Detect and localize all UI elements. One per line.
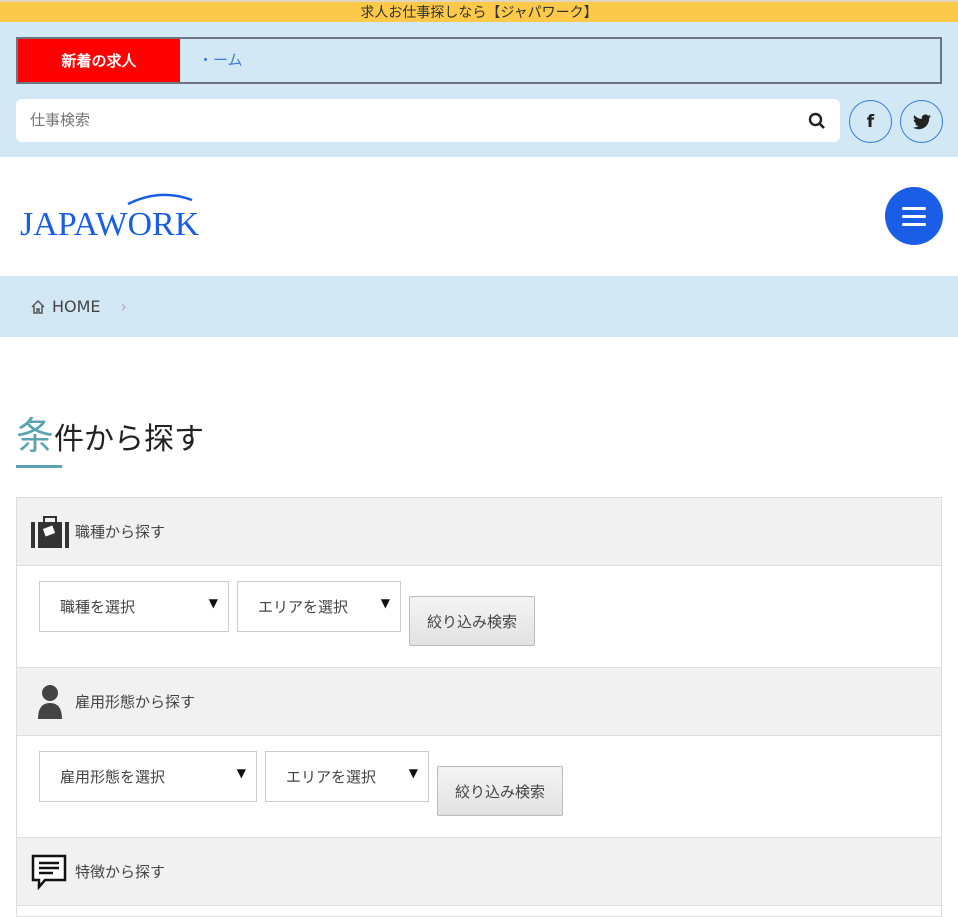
breadcrumb: HOME › [0,276,958,337]
home-icon [31,299,45,314]
site-logo[interactable]: JAPAWORK [20,190,220,246]
chevron-right-icon: › [120,297,127,316]
section-body-job-type: 職種を選択 ▼ エリアを選択 ▼ 絞り込み検索 [17,566,941,668]
search-panel: 職種から探す 職種を選択 ▼ エリアを選択 ▼ 絞り込み検索 雇用形態から探す 雇用… [16,497,942,917]
filter-search-button[interactable]: 絞り込み検索 [437,766,563,816]
ticker-link[interactable]: ・ーム [198,39,243,82]
search-icon[interactable] [808,112,826,130]
logo-text: JAPAWORK [20,206,200,242]
site-tagline-bar: 求人お仕事探しなら【ジャパワーク】 [0,0,958,22]
filter-search-button[interactable]: 絞り込み検索 [409,596,535,646]
dropdown-arrow-icon: ▼ [408,766,418,780]
comment-icon [31,854,67,890]
section-title: 職種から探す [75,523,166,541]
news-ticker: 新着の求人 ・ーム [16,37,942,84]
ticker-label: 新着の求人 [18,39,180,82]
hamburger-icon [902,206,926,210]
section-title: 雇用形態から探す [75,693,196,711]
dropdown-arrow-icon: ▼ [236,766,246,780]
section-header-employment-type: 雇用形態から探す [17,668,941,736]
employment-type-select[interactable]: 雇用形態を選択 ▼ [39,751,257,802]
job-search-input[interactable] [16,99,840,142]
dropdown-arrow-icon: ▼ [208,596,218,610]
briefcase-icon [31,515,69,548]
tagline: 求人お仕事探しなら【ジャパワーク】 [360,5,598,21]
page-title: 条件から探す [16,414,205,458]
area-select[interactable]: エリアを選択 ▼ [265,751,429,802]
area-select[interactable]: エリアを選択 ▼ [237,581,401,632]
section-title: 特徴から探す [75,863,166,881]
twitter-button[interactable] [900,100,943,143]
title-underline [16,465,62,468]
dropdown-arrow-icon: ▼ [380,596,390,610]
section-header-job-type: 職種から探す [17,498,941,566]
section-header-features: 特徴から探す [17,838,941,906]
job-type-select[interactable]: 職種を選択 ▼ [39,581,229,632]
twitter-icon [912,113,931,129]
breadcrumb-home[interactable]: HOME [52,297,101,316]
facebook-icon: f [866,111,875,132]
header-top: 新着の求人 ・ーム f [0,22,958,157]
section-body-employment-type: 雇用形態を選択 ▼ エリアを選択 ▼ 絞り込み検索 [17,736,941,838]
menu-button[interactable] [885,187,943,245]
facebook-button[interactable]: f [849,100,892,143]
person-icon [38,684,62,719]
